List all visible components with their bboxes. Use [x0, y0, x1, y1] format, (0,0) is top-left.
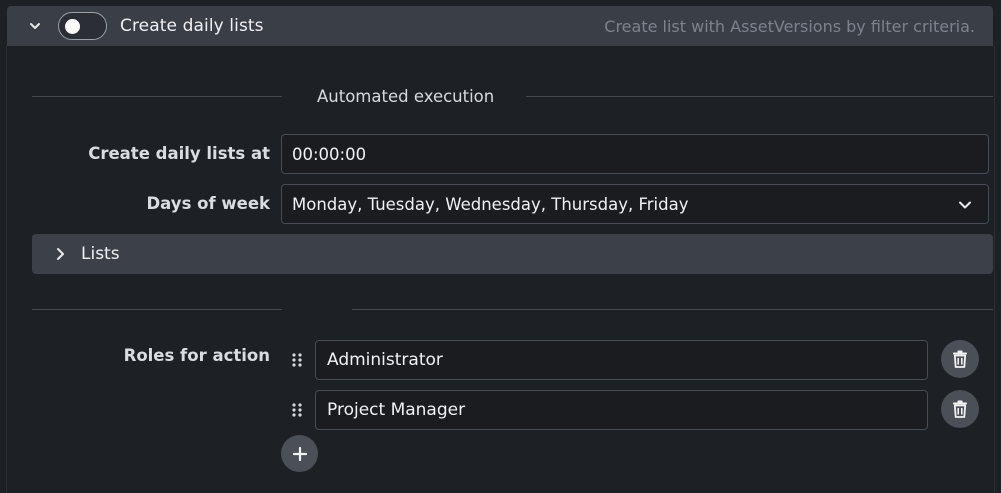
days-label: Days of week [146, 194, 270, 213]
drag-handle-icon[interactable] [290, 352, 304, 368]
plus-icon [292, 446, 307, 461]
time-value: 00:00:00 [292, 144, 367, 164]
roles-label: Roles for action [123, 346, 270, 365]
trash-icon [953, 350, 967, 368]
time-label: Create daily lists at [88, 144, 270, 163]
chevron-down-icon[interactable] [29, 20, 41, 32]
lists-label: Lists [81, 244, 120, 264]
days-select[interactable]: Monday, Tuesday, Wednesday, Thursday, Fr… [281, 184, 989, 224]
action-header[interactable]: Create daily lists Create list with Asse… [7, 6, 993, 46]
roles-divider-right [352, 309, 993, 310]
delete-role-button[interactable] [941, 340, 979, 378]
section-divider-right [526, 96, 993, 97]
section-divider-left [32, 96, 282, 97]
chevron-down-icon[interactable] [958, 199, 972, 211]
trash-icon [953, 400, 967, 418]
panel-border-left [6, 46, 7, 493]
header-description: Create list with AssetVersions by filter… [604, 17, 975, 36]
role-value: Administrator [327, 350, 443, 370]
delete-role-button[interactable] [941, 390, 979, 428]
panel-border-right [994, 46, 995, 493]
roles-divider-left [32, 309, 282, 310]
role-input-project-manager[interactable]: Project Manager [315, 390, 928, 430]
toggle-knob [65, 18, 80, 34]
time-input[interactable]: 00:00:00 [281, 134, 989, 174]
drag-handle-icon[interactable] [290, 402, 304, 418]
role-input-administrator[interactable]: Administrator [315, 340, 928, 380]
add-role-button[interactable] [281, 435, 318, 472]
days-value: Monday, Tuesday, Wednesday, Thursday, Fr… [292, 194, 689, 214]
header-title: Create daily lists [120, 16, 264, 36]
chevron-right-icon[interactable] [54, 247, 66, 261]
enable-toggle[interactable] [58, 12, 107, 40]
section-title: Automated execution [317, 87, 495, 106]
role-value: Project Manager [327, 400, 466, 420]
lists-section-toggle[interactable]: Lists [32, 234, 993, 274]
action-panel: Create daily lists Create list with Asse… [0, 0, 1001, 493]
